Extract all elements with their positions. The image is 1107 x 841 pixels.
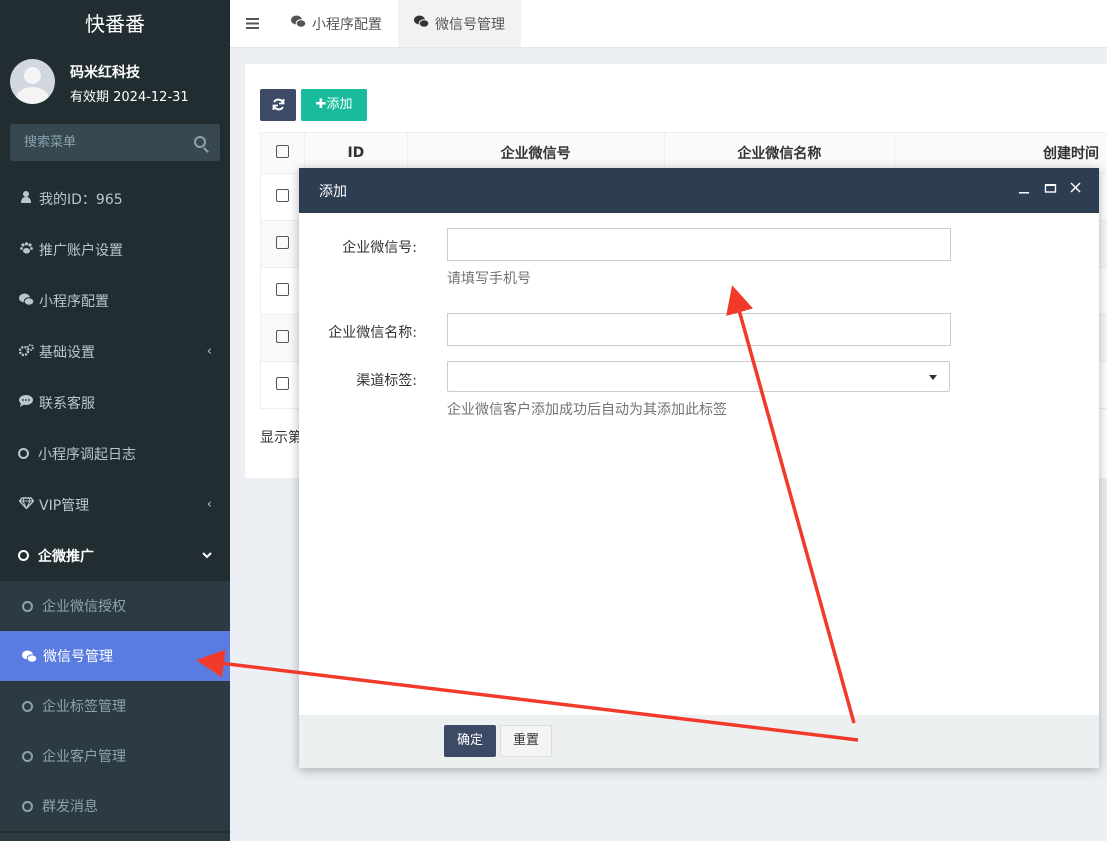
sidebar-menu: 我的ID：965 推广账户设置 小程序配置 基础设置 ‹ 联系客服 小程序调起日…	[0, 173, 230, 831]
add-button[interactable]: ✚添加	[301, 89, 367, 121]
sidebar-item-contact-support[interactable]: 联系客服	[0, 377, 230, 428]
dialog-footer: 确定 重置	[299, 715, 1099, 768]
menu-search	[10, 124, 220, 161]
brand-logo[interactable]: 快番番	[0, 0, 230, 48]
wechat-icon	[18, 293, 34, 309]
wechat-id-label: 企业微信号:	[342, 240, 417, 256]
dropdown-arrow-icon	[929, 375, 937, 380]
menu-search-input[interactable]	[10, 124, 180, 161]
sidebar-item-wecom-auth[interactable]: 企业微信授权	[0, 581, 230, 631]
wechat-icon	[414, 15, 430, 32]
sidebar-item-mass-message[interactable]: 群发消息	[0, 781, 230, 831]
maximize-icon[interactable]	[1044, 182, 1057, 198]
wechat-id-input[interactable]	[447, 228, 951, 261]
wechat-name-input[interactable]	[447, 313, 951, 346]
confirm-button[interactable]: 确定	[444, 725, 496, 757]
sidebar: 快番番 码米红科技 有效期 2024-12-31 我的ID：965 推广账户设置…	[0, 0, 230, 841]
row-checkbox[interactable]	[275, 282, 289, 296]
sidebar-item-wechat-account-mgmt[interactable]: 微信号管理	[0, 631, 230, 681]
tab-miniprogram-config[interactable]: 小程序配置	[275, 0, 398, 47]
sidebar-item-label: VIP管理	[39, 497, 90, 514]
avatar	[10, 59, 55, 104]
circle-icon	[22, 800, 33, 812]
dialog-header[interactable]: 添加	[299, 168, 1099, 213]
sidebar-item-label: 基础设置	[39, 344, 95, 361]
row-checkbox[interactable]	[275, 376, 289, 390]
select-all-cell	[260, 132, 305, 174]
circle-icon	[22, 600, 33, 612]
sidebar-item-label: 小程序调起日志	[38, 446, 136, 463]
sidebar-item-label: 小程序配置	[39, 293, 109, 310]
tab-wechat-account-mgmt[interactable]: 微信号管理	[398, 0, 521, 47]
wechat-icon	[22, 650, 37, 663]
comment-icon	[18, 395, 34, 410]
sidebar-item-my-id[interactable]: 我的ID：965	[0, 173, 230, 224]
sidebar-bottom	[0, 833, 230, 841]
channel-tag-label: 渠道标签:	[356, 373, 417, 389]
pagination-info: 显示第	[260, 430, 302, 446]
sidebar-item-label: 企业微信授权	[42, 599, 126, 615]
circle-icon	[18, 448, 29, 459]
sidebar-item-miniprogram[interactable]: 小程序配置	[0, 275, 230, 326]
chevron-left-icon: ‹	[206, 344, 212, 359]
circle-icon	[18, 550, 29, 561]
sidebar-item-wecom-promo[interactable]: 企微推广	[0, 530, 230, 581]
sidebar-item-promo-account[interactable]: 推广账户设置	[0, 224, 230, 275]
wechat-id-help: 请填写手机号	[447, 271, 531, 287]
circle-icon	[22, 700, 33, 712]
sidebar-item-label: 企微推广	[38, 548, 94, 565]
sidebar-item-label: 企业客户管理	[42, 749, 126, 765]
sidebar-item-label: 推广账户设置	[39, 242, 123, 259]
sidebar-item-launch-log[interactable]: 小程序调起日志	[0, 428, 230, 479]
chevron-left-icon: ‹	[206, 497, 212, 512]
user-panel: 码米红科技 有效期 2024-12-31	[0, 48, 230, 116]
diamond-icon	[18, 497, 34, 512]
minimize-icon[interactable]	[1018, 182, 1030, 198]
sidebar-item-label: 联系客服	[39, 395, 95, 412]
refresh-button[interactable]	[260, 89, 296, 121]
channel-tag-help: 企业微信客户添加成功后自动为其添加此标签	[447, 402, 727, 418]
sidebar-item-label: 微信号管理	[43, 649, 113, 665]
search-icon[interactable]	[194, 136, 206, 148]
chevron-down-icon	[202, 548, 212, 563]
wechat-icon	[291, 15, 307, 32]
sidebar-item-label: 企业标签管理	[42, 699, 126, 715]
wechat-name-label: 企业微信名称:	[328, 325, 417, 341]
circle-icon	[22, 750, 33, 762]
user-name: 码米红科技	[70, 65, 140, 81]
user-icon	[18, 191, 34, 206]
channel-tag-select[interactable]	[447, 361, 950, 392]
row-checkbox[interactable]	[275, 329, 289, 343]
sidebar-item-tag-mgmt[interactable]: 企业标签管理	[0, 681, 230, 731]
row-checkbox[interactable]	[275, 235, 289, 249]
plus-icon: ✚	[315, 97, 327, 112]
user-expire-date: 有效期 2024-12-31	[70, 90, 189, 105]
sidebar-item-basic-settings[interactable]: 基础设置 ‹	[0, 326, 230, 377]
add-button-label: 添加	[326, 97, 353, 112]
cogs-icon	[18, 343, 34, 360]
row-checkbox[interactable]	[275, 188, 289, 202]
sidebar-item-label: 我的ID：965	[39, 191, 123, 208]
sidebar-item-vip[interactable]: VIP管理 ‹	[0, 479, 230, 530]
tab-label: 小程序配置	[312, 16, 382, 33]
select-all-checkbox[interactable]	[275, 144, 289, 158]
sidebar-item-customer-mgmt[interactable]: 企业客户管理	[0, 731, 230, 781]
submenu-wecom-promo: 企业微信授权 微信号管理 企业标签管理 企业客户管理 群发消息	[0, 581, 230, 831]
top-navbar: 小程序配置 微信号管理	[230, 0, 1107, 48]
paw-icon	[18, 242, 34, 257]
dialog-title: 添加	[319, 183, 347, 200]
refresh-icon	[272, 98, 284, 111]
menu-toggle-icon[interactable]	[230, 0, 275, 47]
close-icon[interactable]	[1070, 182, 1081, 197]
tab-label: 微信号管理	[435, 16, 505, 33]
add-dialog: 添加 企业微信号: 请填写手机号 企业微信名称: 渠道标签: 企业微信客户添加成…	[299, 168, 1099, 768]
sidebar-item-label: 群发消息	[42, 799, 98, 815]
reset-button[interactable]: 重置	[500, 725, 552, 757]
